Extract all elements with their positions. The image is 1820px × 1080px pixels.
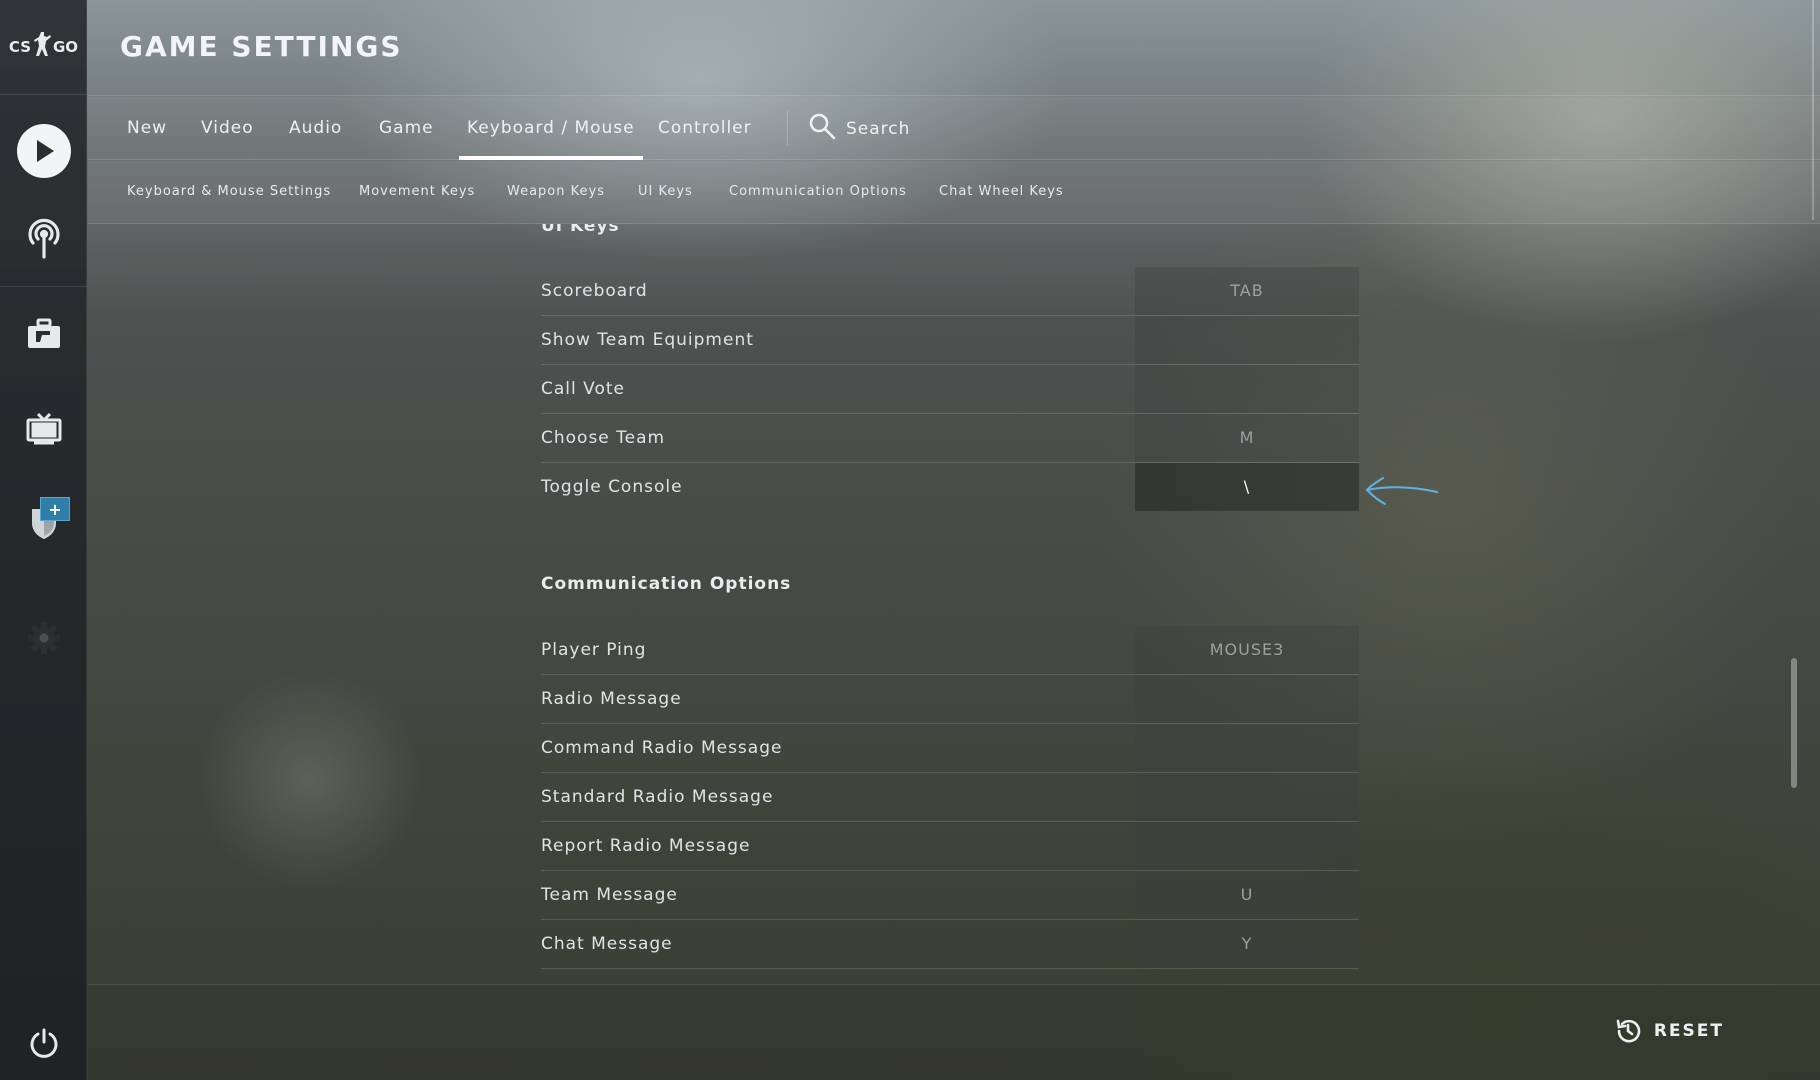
keybind-row-radio-message[interactable]: Radio Message [541, 675, 1359, 724]
keybind-label: Command Radio Message [541, 738, 783, 758]
settings-tabs: New Video Audio Game Keyboard / Mouse Co… [88, 97, 1820, 160]
keybind-row-chat-message[interactable]: Chat Message Y [541, 920, 1359, 969]
keybind-row-call-vote[interactable]: Call Vote [541, 365, 1359, 414]
keybind-row-choose-team[interactable]: Choose Team M [541, 414, 1359, 463]
search-button[interactable]: Search [808, 97, 910, 160]
header: GAME SETTINGS [88, 0, 1820, 96]
keybind-row-standard-radio-message[interactable]: Standard Radio Message [541, 773, 1359, 822]
keybind-value[interactable]: M [1135, 414, 1359, 462]
keybind-label: Scoreboard [541, 281, 648, 301]
tab-controller[interactable]: Controller [658, 97, 752, 160]
sidebar-item-quit[interactable] [0, 1015, 87, 1075]
csgo-logo: CS GO [0, 0, 87, 95]
power-icon [28, 1027, 60, 1063]
gear-icon [27, 621, 61, 659]
subnav-chat-wheel-keys[interactable]: Chat Wheel Keys [939, 161, 1064, 223]
keybind-row-player-ping[interactable]: Player Ping MOUSE3 [541, 626, 1359, 675]
subnav-keyboard-mouse-settings[interactable]: Keyboard & Mouse Settings [127, 161, 331, 223]
keybind-row-team-message[interactable]: Team Message U [541, 871, 1359, 920]
keybind-value[interactable] [1135, 773, 1359, 821]
keybind-value[interactable]: TAB [1135, 267, 1359, 315]
reset-label: RESET [1653, 1021, 1724, 1041]
keybind-label: Team Message [541, 885, 678, 905]
keybind-value[interactable]: \ [1135, 463, 1359, 511]
settings-subnav: Keyboard & Mouse Settings Movement Keys … [88, 161, 1820, 224]
footer: RESET [88, 984, 1820, 1080]
keybind-label: Report Radio Message [541, 836, 751, 856]
search-icon [808, 112, 836, 145]
logo-text-right: GO [53, 38, 79, 56]
keybind-row-toggle-console[interactable]: Toggle Console \ [541, 463, 1359, 512]
section-header-communication-options: Communication Options [541, 574, 792, 594]
new-badge: + [40, 497, 70, 521]
history-icon [1614, 1017, 1642, 1045]
keybind-label: Radio Message [541, 689, 682, 709]
sidebar-item-watch-broadcast[interactable] [0, 200, 87, 280]
sidebar-item-play[interactable] [0, 111, 87, 191]
tab-divider [787, 110, 788, 146]
annotation-arrow-icon [1363, 470, 1439, 514]
scrollbar-thumb[interactable] [1791, 658, 1797, 788]
soldier-icon [32, 31, 52, 63]
keybind-label: Chat Message [541, 934, 673, 954]
tab-keyboard-mouse[interactable]: Keyboard / Mouse [459, 97, 643, 160]
keybind-value[interactable] [1135, 365, 1359, 413]
keybind-label: Toggle Console [541, 477, 683, 497]
tab-video[interactable]: Video [201, 97, 254, 160]
subnav-ui-keys[interactable]: UI Keys [638, 161, 693, 223]
tab-game[interactable]: Game [379, 97, 434, 160]
tv-icon [26, 412, 62, 450]
keybind-label: Choose Team [541, 428, 666, 448]
page-title: GAME SETTINGS [120, 30, 403, 63]
tab-new[interactable]: New [127, 97, 167, 160]
reset-button[interactable]: RESET [1614, 1017, 1724, 1045]
sidebar-item-settings[interactable] [0, 600, 87, 680]
subnav-weapon-keys[interactable]: Weapon Keys [507, 161, 605, 223]
keybind-row-command-radio-message[interactable]: Command Radio Message [541, 724, 1359, 773]
sidebar-item-watch[interactable] [0, 391, 87, 471]
section-header-ui-keys: UI Keys [541, 224, 620, 236]
keybind-value[interactable] [1135, 675, 1359, 723]
keybind-row-scoreboard[interactable]: Scoreboard TAB [541, 267, 1359, 316]
keybind-value[interactable] [1135, 822, 1359, 870]
keybind-value[interactable]: MOUSE3 [1135, 626, 1359, 674]
keybind-label: Call Vote [541, 379, 625, 399]
scrollbar-track-top [1812, 0, 1814, 220]
subnav-communication-options[interactable]: Communication Options [729, 161, 907, 223]
broadcast-icon [25, 217, 63, 263]
inventory-icon [26, 318, 62, 354]
keybind-value[interactable]: Y [1135, 920, 1359, 968]
sidebar: CS GO + [0, 0, 87, 1080]
keybind-value[interactable]: U [1135, 871, 1359, 919]
subnav-movement-keys[interactable]: Movement Keys [359, 161, 475, 223]
play-icon [16, 124, 71, 178]
sidebar-item-inventory[interactable] [0, 296, 87, 376]
keybind-row-report-radio-message[interactable]: Report Radio Message [541, 822, 1359, 871]
keybind-label: Standard Radio Message [541, 787, 774, 807]
settings-content: UI Keys Scoreboard TAB Show Team Equipme… [88, 224, 1800, 984]
keybind-value[interactable] [1135, 316, 1359, 364]
search-label: Search [846, 118, 911, 139]
logo-text-left: CS [8, 38, 31, 56]
tab-audio[interactable]: Audio [289, 97, 342, 160]
keybind-label: Player Ping [541, 640, 647, 660]
keybind-value[interactable] [1135, 724, 1359, 772]
keybind-row-show-team-equipment[interactable]: Show Team Equipment [541, 316, 1359, 365]
keybind-label: Show Team Equipment [541, 330, 754, 350]
